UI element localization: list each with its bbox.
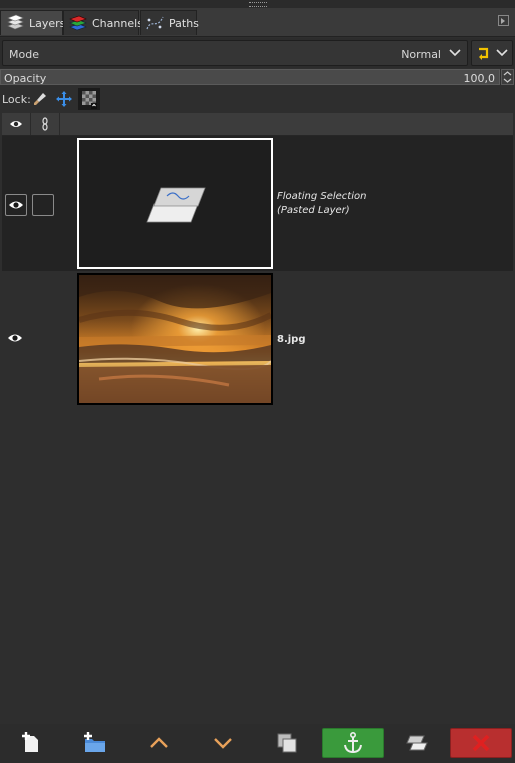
new-layer-button[interactable] [0, 728, 62, 758]
lock-row: Lock: [0, 88, 515, 110]
layer-name[interactable]: Floating Selection (Pasted Layer) [277, 190, 366, 218]
chevron-down-icon [449, 47, 461, 62]
duplicate-layer-button[interactable] [256, 728, 318, 758]
delete-x-icon [472, 734, 490, 752]
chevron-down-icon [496, 47, 508, 62]
channels-icon [68, 14, 88, 32]
dock-grip[interactable] [0, 0, 515, 8]
mode-row: Mode Normal [0, 38, 515, 68]
layer-name-line2: (Pasted Layer) [277, 205, 350, 216]
chevron-up-icon [150, 737, 168, 748]
opacity-slider[interactable]: Opacity 100,0 [0, 69, 500, 85]
layer-list-header [2, 113, 513, 136]
tab-paths[interactable]: Paths [140, 10, 199, 35]
lock-position-icon[interactable] [56, 91, 72, 110]
merge-layers-icon [406, 735, 428, 751]
checkerboard-icon [82, 91, 97, 109]
opacity-spin-button[interactable] [501, 69, 514, 85]
layer-row-8-jpg[interactable]: 8.jpg [2, 271, 513, 407]
raise-layer-button[interactable] [128, 728, 190, 758]
mode-dropdown[interactable]: Mode Normal [2, 40, 468, 66]
new-layer-group-button[interactable] [64, 728, 126, 758]
layer-thumbnail[interactable] [77, 138, 273, 269]
merge-down-button[interactable] [386, 728, 448, 758]
layer-name-line1: Floating Selection [277, 191, 367, 202]
mode-value: Normal [401, 48, 441, 61]
layers-icon [5, 14, 25, 32]
lock-pixels-brush-icon[interactable] [32, 91, 48, 110]
tab-channels[interactable]: Channels [63, 10, 143, 35]
chain-column-header[interactable] [31, 113, 60, 135]
lock-alpha-button[interactable] [78, 88, 100, 110]
delete-layer-button[interactable] [450, 728, 512, 758]
tab-channels-label: Channels [92, 16, 143, 30]
tab-layers[interactable]: Layers [0, 10, 66, 35]
chain-link-icon [42, 117, 48, 131]
eye-icon [8, 334, 22, 342]
layer-list[interactable]: Floating Selection (Pasted Layer) 8.jpg [2, 136, 513, 724]
floating-selection-icon [146, 187, 206, 223]
new-layer-icon [22, 732, 38, 752]
mode-label: Mode [9, 48, 39, 61]
eye-icon [9, 201, 23, 209]
tab-paths-label: Paths [169, 16, 199, 30]
paths-icon [145, 14, 165, 32]
layer-visibility-toggle[interactable] [5, 328, 27, 350]
opacity-value: 100,0 [463, 72, 496, 85]
layers-toolbar [0, 724, 515, 763]
eye-icon [10, 121, 22, 127]
duplicate-icon [277, 733, 297, 753]
layer-chain-toggle[interactable] [32, 194, 54, 216]
layer-thumbnail[interactable] [77, 273, 273, 405]
new-folder-icon [84, 732, 105, 752]
tab-bar: Layers Channels Paths [0, 8, 515, 37]
sunset-beach-image [79, 275, 271, 403]
tab-menu-button[interactable] [498, 15, 509, 26]
composite-mode-button[interactable] [471, 40, 513, 66]
tab-layers-label: Layers [29, 16, 66, 30]
opacity-label: Opacity [4, 72, 47, 85]
composite-mode-icon [477, 46, 491, 63]
lock-label: Lock: [2, 93, 31, 106]
layer-row-floating-selection[interactable]: Floating Selection (Pasted Layer) [2, 136, 513, 271]
lower-layer-button[interactable] [192, 728, 254, 758]
opacity-row: Opacity 100,0 [0, 69, 515, 86]
layer-name[interactable]: 8.jpg [277, 334, 306, 345]
anchor-layer-button[interactable] [322, 728, 384, 758]
chevron-down-icon [214, 738, 232, 749]
visibility-column-header[interactable] [2, 113, 31, 135]
anchor-icon [344, 731, 362, 754]
layer-visibility-toggle[interactable] [5, 194, 27, 216]
